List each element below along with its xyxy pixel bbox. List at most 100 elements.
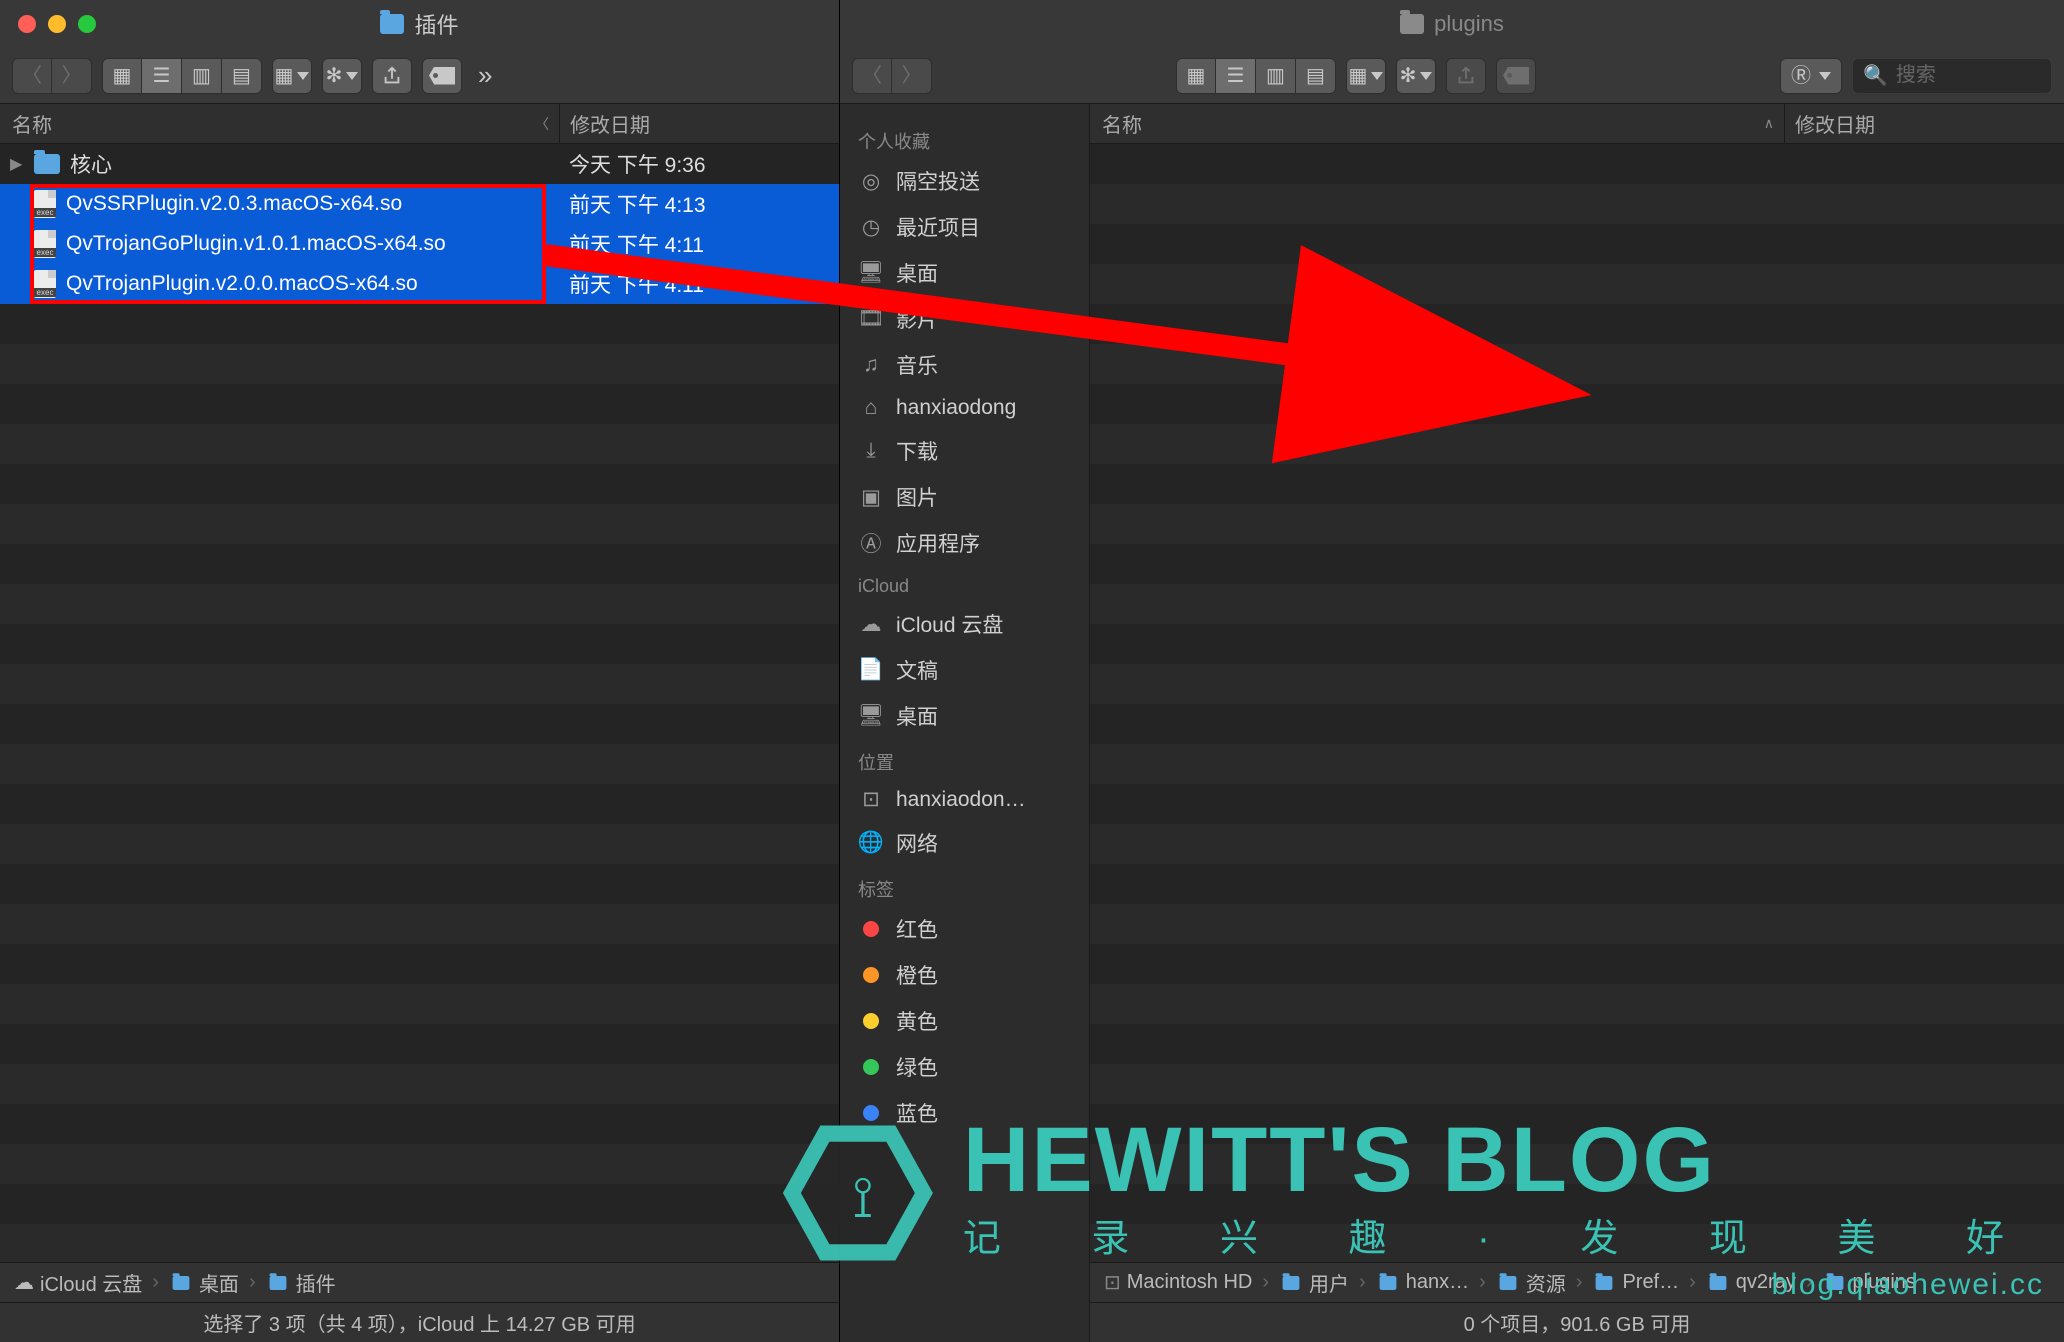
- breadcrumb[interactable]: ⊡Macintosh HD: [1104, 1270, 1252, 1295]
- music-icon: ♫: [858, 353, 884, 377]
- file-list-empty[interactable]: [1090, 144, 2064, 1262]
- titlebar[interactable]: plugins: [840, 0, 2064, 48]
- back-button[interactable]: 〈: [12, 58, 52, 94]
- breadcrumb[interactable]: hanx…: [1376, 1271, 1469, 1294]
- tag-icon: [429, 67, 455, 85]
- titlebar[interactable]: 插件: [0, 0, 839, 48]
- sidebar-tag-item[interactable]: 橙色: [840, 952, 1089, 998]
- sidebar-item-label: hanxiaodon…: [896, 788, 1026, 812]
- view-columns-button[interactable]: ▥: [182, 58, 222, 94]
- sidebar-item-label: 黄色: [896, 1006, 938, 1036]
- sidebar-item[interactable]: 🖥桌面: [840, 693, 1089, 739]
- file-list[interactable]: ▶核心今天 下午 9:36QvSSRPlugin.v2.0.3.macOS-x6…: [0, 144, 839, 1262]
- table-row[interactable]: QvSSRPlugin.v2.0.3.macOS-x64.so前天 下午 4:1…: [0, 184, 839, 224]
- breadcrumb[interactable]: 插件: [266, 1268, 336, 1297]
- sort-caret-icon[interactable]: 〈: [535, 114, 549, 134]
- sidebar-item[interactable]: 🖥 桌面: [840, 250, 1089, 296]
- status-text: 0 个项目，901.6 GB 可用: [1464, 1308, 1691, 1337]
- status-bar: 选择了 3 项（共 4 项），iCloud 上 14.27 GB 可用: [0, 1302, 839, 1342]
- view-columns-button[interactable]: ▥: [1256, 58, 1296, 94]
- status-text: 选择了 3 项（共 4 项），iCloud 上 14.27 GB 可用: [203, 1308, 635, 1337]
- view-icons-button[interactable]: ▦: [1176, 58, 1216, 94]
- col-date-label[interactable]: 修改日期: [1795, 109, 1875, 138]
- sidebar-item-label: 绿色: [896, 1052, 938, 1082]
- window-title: plugins: [1434, 11, 1504, 37]
- share-button[interactable]: [372, 58, 412, 94]
- sidebar-item[interactable]: ◎隔空投送: [840, 158, 1089, 204]
- sidebar-item-label: 影片: [896, 304, 938, 334]
- airdrop-icon: ◎: [858, 169, 884, 194]
- disclosure-icon[interactable]: ▶: [10, 154, 24, 174]
- zoom-icon[interactable]: [78, 15, 96, 33]
- breadcrumb[interactable]: ☁iCloud 云盘: [14, 1268, 142, 1297]
- breadcrumb-label: plugins: [1853, 1271, 1916, 1294]
- forward-button[interactable]: 〉: [52, 58, 92, 94]
- breadcrumb[interactable]: 用户: [1279, 1268, 1349, 1297]
- sidebar-tag-item[interactable]: 红色: [840, 906, 1089, 952]
- breadcrumb[interactable]: 资源: [1496, 1268, 1566, 1297]
- col-date-label[interactable]: 修改日期: [570, 109, 650, 138]
- sidebar-tag-item[interactable]: 黄色: [840, 998, 1089, 1044]
- breadcrumb-label: 桌面: [199, 1268, 239, 1297]
- account-button[interactable]: Ⓡ: [1780, 58, 1842, 94]
- sidebar-item-label: 桌面: [896, 258, 938, 288]
- chevron-right-icon: ›: [1689, 1271, 1696, 1294]
- view-icons-button[interactable]: ▦: [102, 58, 142, 94]
- group-button[interactable]: ▦: [1346, 58, 1386, 94]
- back-button[interactable]: 〈: [852, 58, 892, 94]
- forward-button[interactable]: 〉: [892, 58, 932, 94]
- table-row[interactable]: ▶核心今天 下午 9:36: [0, 144, 839, 184]
- folder-icon: [380, 14, 404, 34]
- folder-icon: [1283, 1276, 1300, 1290]
- sidebar-item[interactable]: ⊡hanxiaodon…: [840, 779, 1089, 820]
- file-date: 今天 下午 9:36: [559, 149, 839, 179]
- sidebar-item[interactable]: 🎞 影片: [840, 296, 1089, 342]
- minimize-icon[interactable]: [48, 15, 66, 33]
- view-gallery-button[interactable]: ▤: [222, 58, 262, 94]
- tags-button[interactable]: [422, 58, 462, 94]
- search-input[interactable]: [1896, 64, 2016, 87]
- view-list-button[interactable]: ☰: [1216, 58, 1256, 94]
- action-button[interactable]: ✻: [322, 58, 362, 94]
- breadcrumb[interactable]: qv2ray: [1706, 1271, 1796, 1294]
- sidebar-tag-item[interactable]: 蓝色: [840, 1090, 1089, 1136]
- breadcrumb[interactable]: Pref…: [1592, 1271, 1679, 1294]
- action-button[interactable]: ✻: [1396, 58, 1436, 94]
- sidebar-item-label: 网络: [896, 828, 938, 858]
- movie-icon: 🎞: [858, 307, 884, 331]
- sidebar-item-label: 应用程序: [896, 528, 980, 558]
- sidebar-item[interactable]: 📄文稿: [840, 647, 1089, 693]
- tags-button[interactable]: [1496, 58, 1536, 94]
- globe-icon: 🌐: [858, 831, 884, 855]
- col-name-label[interactable]: 名称: [1102, 109, 1142, 138]
- sb-section-locations: 位置: [840, 739, 1089, 779]
- view-gallery-button[interactable]: ▤: [1296, 58, 1336, 94]
- breadcrumb-label: qv2ray: [1736, 1271, 1796, 1294]
- download-icon: ⤓: [858, 439, 884, 463]
- share-button[interactable]: [1446, 58, 1486, 94]
- sidebar-item[interactable]: ⌂hanxiaodong: [840, 388, 1089, 428]
- col-name-label[interactable]: 名称: [12, 109, 52, 138]
- table-row[interactable]: QvTrojanPlugin.v2.0.0.macOS-x64.so前天 下午 …: [0, 264, 839, 304]
- sidebar-item-label: 红色: [896, 914, 938, 944]
- sidebar-item[interactable]: ☁iCloud 云盘: [840, 601, 1089, 647]
- search-field[interactable]: 🔍: [1852, 58, 2052, 94]
- view-list-button[interactable]: ☰: [142, 58, 182, 94]
- column-header: 名称 ∧ 修改日期: [1090, 104, 2064, 144]
- desktop-icon: 🖥: [858, 261, 884, 285]
- sort-caret-icon[interactable]: ∧: [1764, 115, 1774, 132]
- sidebar-item[interactable]: ⤓下载: [840, 428, 1089, 474]
- sidebar-item[interactable]: ▣图片: [840, 474, 1089, 520]
- sidebar-item[interactable]: ♫音乐: [840, 342, 1089, 388]
- toolbar-overflow-button[interactable]: »: [472, 60, 498, 91]
- sidebar-item[interactable]: Ⓐ应用程序: [840, 520, 1089, 566]
- close-icon[interactable]: [18, 15, 36, 33]
- sidebar-item[interactable]: ◷最近项目: [840, 204, 1089, 250]
- breadcrumb[interactable]: 桌面: [169, 1268, 239, 1297]
- group-button[interactable]: ▦: [272, 58, 312, 94]
- breadcrumb[interactable]: plugins: [1823, 1271, 1916, 1294]
- window-title: 插件: [414, 8, 458, 40]
- sidebar-item[interactable]: 🌐 网络: [840, 820, 1089, 866]
- sidebar-tag-item[interactable]: 绿色: [840, 1044, 1089, 1090]
- table-row[interactable]: QvTrojanGoPlugin.v1.0.1.macOS-x64.so前天 下…: [0, 224, 839, 264]
